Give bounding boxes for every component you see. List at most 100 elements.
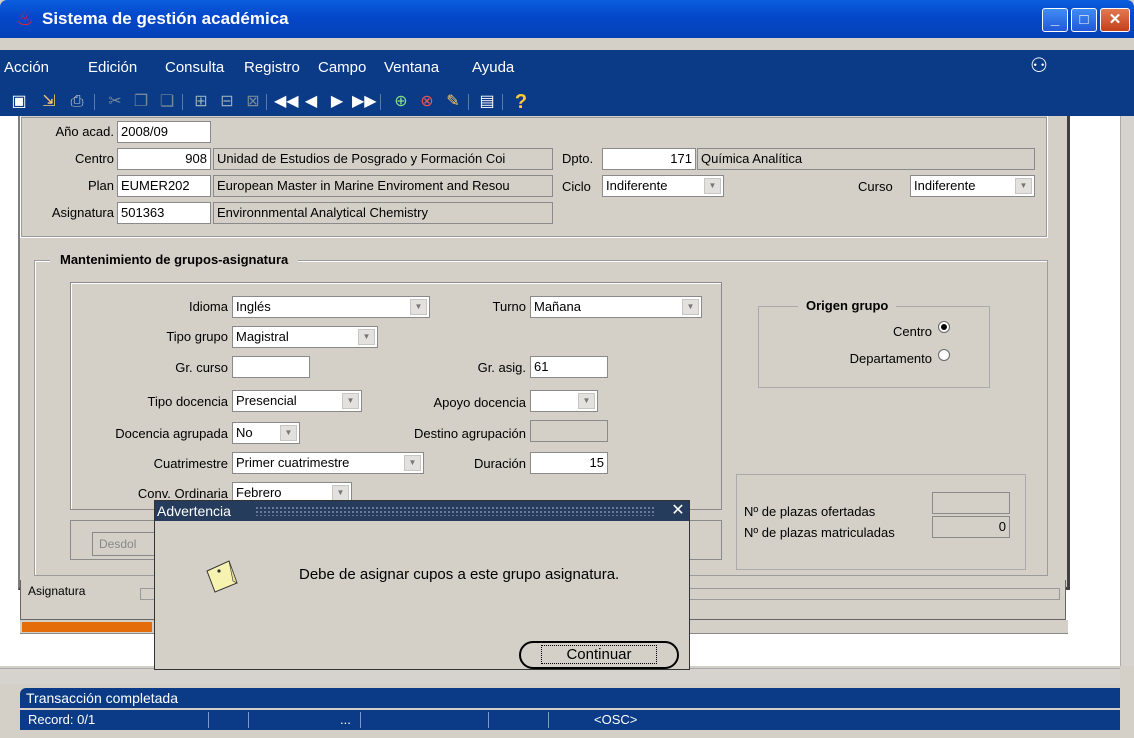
close-button[interactable]: ✕ xyxy=(1100,8,1130,32)
chevron-down-icon: ▼ xyxy=(342,393,359,409)
destino-agrupacion-field xyxy=(530,420,608,442)
ano-field[interactable]: 2008/09 xyxy=(117,121,211,143)
idioma-dropdown[interactable]: Inglés ▼ xyxy=(232,296,430,318)
chevron-down-icon: ▼ xyxy=(1015,178,1032,194)
tipo-grupo-dropdown[interactable]: Magistral ▼ xyxy=(232,326,378,348)
centro-code-field[interactable]: 908 xyxy=(117,148,211,170)
status-ellipsis: ... xyxy=(340,712,351,727)
titlebar-dots xyxy=(255,506,655,516)
origen-departamento-label: Departamento xyxy=(849,351,932,366)
maximize-button[interactable]: □ xyxy=(1071,8,1097,32)
origen-centro-label: Centro xyxy=(892,324,932,339)
minimize-button[interactable]: _ xyxy=(1042,8,1068,32)
first-record-icon[interactable]: ◀◀ xyxy=(274,92,299,112)
query-icon[interactable]: ⊞ xyxy=(190,92,212,112)
clear-record-icon[interactable]: ✎ xyxy=(442,92,464,112)
plazas-matriculadas-label: Nº de plazas matriculadas xyxy=(744,525,895,540)
print-icon[interactable]: ⎙ xyxy=(66,92,88,112)
continuar-button[interactable]: Continuar xyxy=(519,641,679,669)
docencia-agrupada-dropdown[interactable]: No ▼ xyxy=(232,422,300,444)
next-record-icon[interactable]: ▶ xyxy=(326,92,348,112)
exit-icon[interactable]: ⇲ xyxy=(38,92,60,112)
ano-label: Año acad. xyxy=(55,124,114,139)
chevron-down-icon: ▼ xyxy=(682,299,699,315)
toolbar: ▣ ⇲ ⎙ ✂ ❐ ❏ ⊞ ⊟ ⊠ ◀◀ ◀ ▶ ▶▶ ⊕ ⊗ ✎ ▤ ? xyxy=(0,88,1134,116)
network-icon: ⚇ xyxy=(1030,55,1048,77)
duracion-label: Duración xyxy=(473,456,526,471)
continuar-label: Continuar xyxy=(541,645,657,664)
conv-ordinaria-value: Febrero xyxy=(236,485,282,500)
execute-query-icon[interactable]: ⊟ xyxy=(216,92,238,112)
centro-label: Centro xyxy=(74,151,114,166)
chevron-down-icon: ▼ xyxy=(578,393,595,409)
dialog-message: Debe de asignar cupos a este grupo asign… xyxy=(299,566,620,583)
gr-asig-field[interactable]: 61 xyxy=(530,356,608,378)
apoyo-docencia-label: Apoyo docencia xyxy=(433,395,526,410)
destino-agrupacion-label: Destino agrupación xyxy=(413,426,526,441)
list-values-icon[interactable]: ▤ xyxy=(476,92,498,112)
menu-ventana[interactable]: Ventana xyxy=(384,58,439,78)
last-record-icon[interactable]: ▶▶ xyxy=(352,92,377,112)
status-bar: Record: 0/1 ... <OSC> xyxy=(20,710,1120,730)
plan-label: Plan xyxy=(87,178,114,193)
alert-dialog: Advertencia ✕ Debe de asignar cupos a es… xyxy=(154,500,690,670)
menu-accion[interactable]: Acción xyxy=(4,58,49,78)
desdoblar-button[interactable]: Desdol xyxy=(92,532,162,556)
copy-icon[interactable]: ❐ xyxy=(130,92,152,112)
save-icon[interactable]: ▣ xyxy=(8,92,30,112)
dpto-code-field[interactable]: 171 xyxy=(602,148,696,170)
chevron-down-icon: ▼ xyxy=(280,425,297,441)
duracion-field[interactable]: 15 xyxy=(530,452,608,474)
tipo-grupo-value: Magistral xyxy=(236,329,289,344)
menu-edicion[interactable]: Edición xyxy=(88,58,137,78)
menu-consulta[interactable]: Consulta xyxy=(165,58,224,78)
window-title: Sistema de gestión académica xyxy=(42,9,289,28)
tipo-docencia-value: Presencial xyxy=(236,393,297,408)
cut-icon[interactable]: ✂ xyxy=(104,92,126,112)
gr-asig-label: Gr. asig. xyxy=(477,360,526,375)
centro-name-field: Unidad de Estudios de Posgrado y Formaci… xyxy=(213,148,553,170)
menu-bar: Acción Edición Consulta Registro Campo V… xyxy=(0,50,1134,88)
turno-value: Mañana xyxy=(534,299,581,314)
curso-value: Indiferente xyxy=(914,178,976,193)
help-icon[interactable]: ? xyxy=(510,92,532,112)
dpto-name-field: Química Analítica xyxy=(697,148,1035,170)
tipo-docencia-label: Tipo docencia xyxy=(147,394,228,409)
gr-curso-field[interactable] xyxy=(232,356,310,378)
cancel-query-icon[interactable]: ⊠ xyxy=(242,92,264,112)
app-icon: ♨ xyxy=(16,9,34,30)
docencia-agrupada-value: No xyxy=(236,425,253,440)
cuatrimestre-dropdown[interactable]: Primer cuatrimestre ▼ xyxy=(232,452,424,474)
insert-record-icon[interactable]: ⊕ xyxy=(390,92,412,112)
close-icon[interactable]: ✕ xyxy=(669,502,687,520)
origen-centro-radio[interactable] xyxy=(938,321,950,333)
docencia-agrupada-label: Docencia agrupada xyxy=(115,426,228,441)
apoyo-docencia-dropdown[interactable]: ▼ xyxy=(530,390,598,412)
delete-record-icon[interactable]: ⊗ xyxy=(416,92,438,112)
turno-label: Turno xyxy=(492,299,526,314)
group-title: Mantenimiento de grupos-asignatura xyxy=(50,250,299,270)
chevron-down-icon: ▼ xyxy=(358,329,375,345)
status-message: Transacción completada xyxy=(20,688,1120,708)
menu-ayuda[interactable]: Ayuda xyxy=(472,58,514,78)
plazas-matriculadas-field: 0 xyxy=(932,516,1010,538)
paste-icon[interactable]: ❏ xyxy=(156,92,178,112)
previous-record-icon[interactable]: ◀ xyxy=(300,92,322,112)
menu-campo[interactable]: Campo xyxy=(318,58,366,78)
chevron-down-icon: ▼ xyxy=(704,178,721,194)
menu-registro[interactable]: Registro xyxy=(244,58,300,78)
tipo-docencia-dropdown[interactable]: Presencial ▼ xyxy=(232,390,362,412)
record-indicator: Record: 0/1 xyxy=(28,712,96,727)
asignatura-tab-label: Asignatura xyxy=(28,584,86,598)
turno-dropdown[interactable]: Mañana ▼ xyxy=(530,296,702,318)
horizontal-scrollbar[interactable] xyxy=(0,668,1120,684)
ciclo-dropdown[interactable]: Indiferente ▼ xyxy=(602,175,724,197)
curso-dropdown[interactable]: Indiferente ▼ xyxy=(910,175,1035,197)
plan-code-field[interactable]: EUMER202 xyxy=(117,175,211,197)
asignatura-label: Asignatura xyxy=(51,205,114,220)
chevron-down-icon: ▼ xyxy=(410,299,427,315)
vertical-scrollbar[interactable] xyxy=(1120,116,1134,666)
idioma-label: Idioma xyxy=(188,299,228,314)
asignatura-code-field[interactable]: 501363 xyxy=(117,202,211,224)
origen-departamento-radio[interactable] xyxy=(938,349,950,361)
